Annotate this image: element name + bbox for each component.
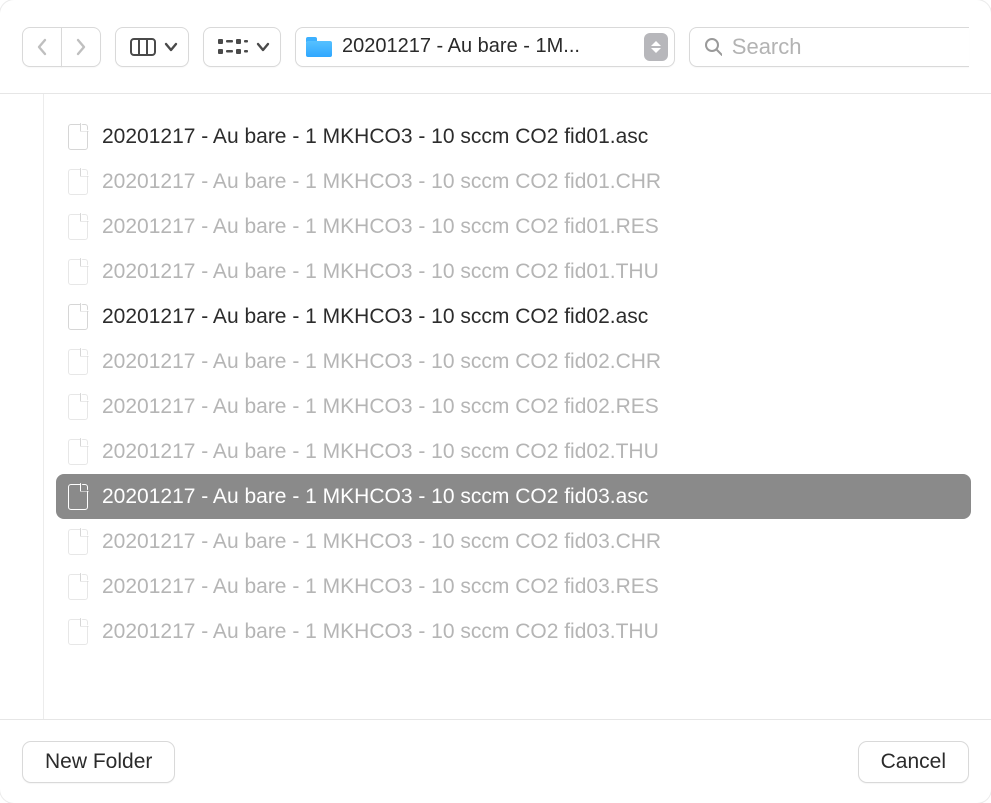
file-icon <box>68 484 88 510</box>
chevron-down-icon <box>256 41 270 53</box>
cancel-button[interactable]: Cancel <box>858 741 969 783</box>
file-name: 20201217 - Au bare - 1 MKHCO3 - 10 sccm … <box>102 305 648 329</box>
file-name: 20201217 - Au bare - 1 MKHCO3 - 10 sccm … <box>102 395 659 419</box>
view-mode-button[interactable] <box>115 27 189 67</box>
group-by-button[interactable] <box>203 27 281 67</box>
file-icon <box>68 304 88 330</box>
forward-button[interactable] <box>61 27 101 67</box>
file-name: 20201217 - Au bare - 1 MKHCO3 - 10 sccm … <box>102 575 659 599</box>
file-name: 20201217 - Au bare - 1 MKHCO3 - 10 sccm … <box>102 350 661 374</box>
file-icon <box>68 124 88 150</box>
folder-icon <box>306 37 332 57</box>
search-input[interactable] <box>732 34 955 60</box>
nav-buttons <box>22 27 101 67</box>
chevron-down-icon <box>164 41 178 53</box>
file-name: 20201217 - Au bare - 1 MKHCO3 - 10 sccm … <box>102 440 659 464</box>
file-row[interactable]: 20201217 - Au bare - 1 MKHCO3 - 10 sccm … <box>56 609 971 654</box>
cancel-label: Cancel <box>881 750 946 774</box>
file-icon <box>68 529 88 555</box>
sidebar-gutter <box>0 94 44 719</box>
file-row[interactable]: 20201217 - Au bare - 1 MKHCO3 - 10 sccm … <box>56 294 971 339</box>
file-name: 20201217 - Au bare - 1 MKHCO3 - 10 sccm … <box>102 125 648 149</box>
file-icon <box>68 619 88 645</box>
path-label: 20201217 - Au bare - 1M... <box>342 35 630 58</box>
file-icon <box>68 214 88 240</box>
search-field[interactable] <box>689 27 969 67</box>
file-row[interactable]: 20201217 - Au bare - 1 MKHCO3 - 10 sccm … <box>56 564 971 609</box>
file-row[interactable]: 20201217 - Au bare - 1 MKHCO3 - 10 sccm … <box>56 204 971 249</box>
file-row[interactable]: 20201217 - Au bare - 1 MKHCO3 - 10 sccm … <box>56 339 971 384</box>
file-row[interactable]: 20201217 - Au bare - 1 MKHCO3 - 10 sccm … <box>56 429 971 474</box>
dialog-body: 20201217 - Au bare - 1 MKHCO3 - 10 sccm … <box>0 94 991 719</box>
columns-view-icon <box>130 38 156 56</box>
search-icon <box>704 37 722 57</box>
chevron-right-icon <box>74 37 88 57</box>
file-name: 20201217 - Au bare - 1 MKHCO3 - 10 sccm … <box>102 215 659 239</box>
file-icon <box>68 169 88 195</box>
file-row[interactable]: 20201217 - Au bare - 1 MKHCO3 - 10 sccm … <box>56 159 971 204</box>
file-row[interactable]: 20201217 - Au bare - 1 MKHCO3 - 10 sccm … <box>56 474 971 519</box>
back-button[interactable] <box>22 27 62 67</box>
file-row[interactable]: 20201217 - Au bare - 1 MKHCO3 - 10 sccm … <box>56 114 971 159</box>
path-dropdown[interactable]: 20201217 - Au bare - 1M... <box>295 27 675 67</box>
file-row[interactable]: 20201217 - Au bare - 1 MKHCO3 - 10 sccm … <box>56 249 971 294</box>
file-icon <box>68 259 88 285</box>
chevron-left-icon <box>35 37 49 57</box>
file-name: 20201217 - Au bare - 1 MKHCO3 - 10 sccm … <box>102 620 659 644</box>
footer: New Folder Cancel <box>0 719 991 803</box>
open-dialog: 20201217 - Au bare - 1M... 20201217 - Au… <box>0 0 991 803</box>
group-icon <box>218 37 248 57</box>
toolbar: 20201217 - Au bare - 1M... <box>0 0 991 94</box>
file-icon <box>68 439 88 465</box>
new-folder-label: New Folder <box>45 750 152 774</box>
file-name: 20201217 - Au bare - 1 MKHCO3 - 10 sccm … <box>102 530 661 554</box>
file-name: 20201217 - Au bare - 1 MKHCO3 - 10 sccm … <box>102 485 648 509</box>
file-row[interactable]: 20201217 - Au bare - 1 MKHCO3 - 10 sccm … <box>56 384 971 429</box>
file-icon <box>68 394 88 420</box>
updown-stepper-icon <box>644 33 668 61</box>
file-list[interactable]: 20201217 - Au bare - 1 MKHCO3 - 10 sccm … <box>44 94 991 719</box>
file-row[interactable]: 20201217 - Au bare - 1 MKHCO3 - 10 sccm … <box>56 519 971 564</box>
file-name: 20201217 - Au bare - 1 MKHCO3 - 10 sccm … <box>102 260 659 284</box>
file-icon <box>68 349 88 375</box>
file-name: 20201217 - Au bare - 1 MKHCO3 - 10 sccm … <box>102 170 661 194</box>
new-folder-button[interactable]: New Folder <box>22 741 175 783</box>
file-icon <box>68 574 88 600</box>
